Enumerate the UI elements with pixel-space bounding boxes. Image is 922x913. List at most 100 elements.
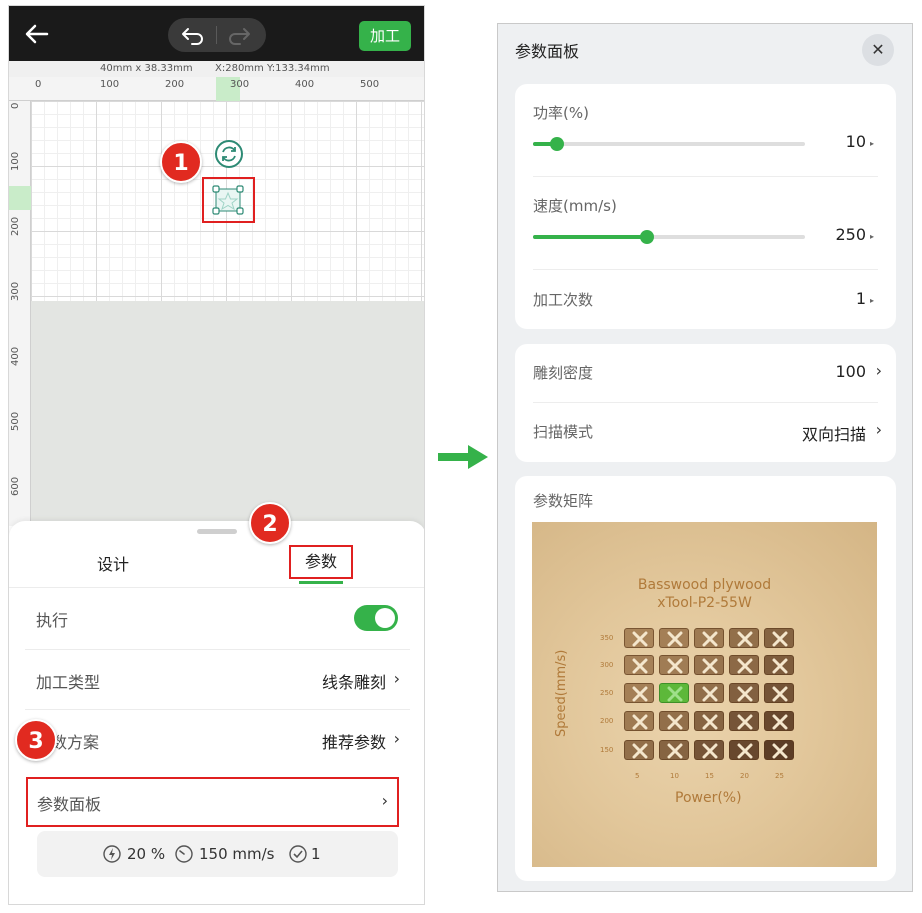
photo-x-tick: 20 — [740, 772, 749, 780]
process-button[interactable]: 加工 — [359, 21, 411, 51]
divider — [25, 709, 410, 710]
rotate-icon[interactable] — [214, 139, 244, 169]
matrix-cell[interactable] — [659, 628, 689, 648]
photo-title-material: Basswood plywood — [637, 577, 772, 593]
canvas-outside-area — [31, 301, 424, 531]
ruler-tick: 0 — [35, 79, 42, 90]
param-summary: 20 % 150 mm/s 1 — [37, 831, 398, 877]
ruler-highlight — [9, 186, 31, 210]
process-type-row[interactable]: 加工类型 线条雕刻 › — [9, 651, 424, 711]
ruler-tick: 300 — [230, 79, 250, 90]
passes-value[interactable]: 1 — [856, 289, 866, 308]
ruler-tick: 600 — [10, 476, 21, 496]
right-arrow-icon — [438, 445, 488, 469]
execute-toggle[interactable] — [354, 605, 398, 631]
matrix-cell[interactable] — [624, 628, 654, 648]
scan-mode-row[interactable]: 扫描模式 双向扫描 › — [515, 403, 896, 461]
star-shape-icon[interactable] — [212, 185, 244, 215]
matrix-cell-selected[interactable] — [659, 683, 689, 703]
density-value: 100 — [835, 362, 866, 381]
undo-icon[interactable] — [180, 25, 206, 45]
selected-shape-highlight[interactable] — [202, 177, 255, 223]
photo-y-axis-label: Speed(mm/s) — [554, 649, 569, 737]
redo-icon[interactable] — [226, 25, 252, 45]
step-badge-2: 2 — [249, 502, 291, 544]
photo-x-tick: 5 — [635, 772, 640, 780]
param-scheme-label: 数方案 — [51, 733, 100, 752]
power-slider-knob[interactable] — [550, 137, 565, 151]
matrix-cell[interactable] — [694, 740, 724, 760]
bottom-sheet: 设计 参数 执行 加工类型 线条雕刻 › 数方案 推荐参数 › 参数面板 › 2… — [9, 521, 424, 904]
param-scheme-row[interactable]: 数方案 推荐参数 › — [9, 711, 424, 771]
param-matrix-card: 参数矩阵 Basswood plywood xTool-P2-55W Speed… — [515, 476, 896, 881]
process-type-label: 加工类型 — [36, 673, 101, 692]
scan-mode-value: 双向扫描 — [801, 425, 866, 444]
speed-label: 速度(mm/s) — [533, 197, 617, 215]
left-ruler: 0 100 200 300 400 500 600 — [9, 101, 31, 526]
ruler-tick: 400 — [295, 79, 315, 90]
step-badge-1: 1 — [160, 141, 202, 183]
matrix-cell[interactable] — [694, 628, 724, 648]
speed-slider-fill — [533, 235, 648, 239]
param-panel-row[interactable]: 参数面板 › — [26, 777, 399, 827]
summary-passes: 1 — [311, 845, 321, 863]
tab-design[interactable]: 设计 — [97, 551, 129, 575]
matrix-cell[interactable] — [729, 628, 759, 648]
ruler-tick: 100 — [100, 79, 120, 90]
divider — [9, 587, 424, 588]
close-icon[interactable]: ✕ — [862, 34, 894, 66]
matrix-cell[interactable] — [624, 740, 654, 760]
photo-x-axis-label: Power(%) — [675, 790, 742, 806]
matrix-cell[interactable] — [694, 683, 724, 703]
matrix-cell[interactable] — [659, 740, 689, 760]
matrix-cell[interactable] — [764, 655, 794, 675]
matrix-cell[interactable] — [694, 711, 724, 731]
matrix-cell[interactable] — [729, 655, 759, 675]
execute-row: 执行 — [9, 589, 424, 649]
matrix-cell[interactable] — [729, 683, 759, 703]
param-matrix-photo[interactable]: Basswood plywood xTool-P2-55W Speed(mm/s… — [532, 522, 877, 867]
speed-slider[interactable] — [533, 230, 805, 244]
chevron-right-icon: › — [393, 669, 400, 688]
matrix-cell[interactable] — [764, 740, 794, 760]
power-slider[interactable] — [533, 137, 805, 151]
photo-y-tick: 350 — [600, 634, 614, 642]
photo-x-tick: 15 — [705, 772, 714, 780]
matrix-cell[interactable] — [694, 655, 724, 675]
mobile-app-screen: 加工 40mm x 38.33mm X:280mm Y:133.34mm 0 1… — [8, 5, 425, 905]
photo-y-tick: 150 — [600, 746, 614, 754]
ruler-tick: 500 — [360, 79, 380, 90]
top-toolbar: 加工 — [9, 6, 424, 61]
matrix-cell[interactable] — [729, 711, 759, 731]
matrix-cell[interactable] — [659, 655, 689, 675]
divider — [216, 26, 217, 44]
speed-slider-knob[interactable] — [640, 230, 655, 244]
matrix-cell[interactable] — [659, 711, 689, 731]
drag-handle[interactable] — [197, 529, 237, 534]
chevron-right-icon: › — [875, 361, 882, 380]
ruler-tick: 200 — [10, 216, 21, 236]
matrix-cell[interactable] — [764, 628, 794, 648]
ruler-tick: 200 — [165, 79, 185, 90]
summary-power: 20 % — [127, 845, 166, 863]
active-tab-indicator — [299, 581, 343, 584]
back-arrow-icon[interactable] — [23, 20, 51, 48]
speed-value[interactable]: 250 — [835, 225, 866, 244]
panel-title: 参数面板 — [515, 42, 580, 61]
photo-y-tick: 250 — [600, 689, 614, 697]
ruler-tick: 300 — [10, 281, 21, 301]
matrix-cell[interactable] — [764, 711, 794, 731]
matrix-cell[interactable] — [764, 683, 794, 703]
matrix-cell[interactable] — [624, 683, 654, 703]
matrix-cell[interactable] — [729, 740, 759, 760]
density-row[interactable]: 雕刻密度 100 › — [515, 344, 896, 402]
caret-right-icon: ▸ — [869, 232, 874, 241]
execute-label: 执行 — [36, 611, 69, 630]
photo-title-machine: xTool-P2-55W — [657, 595, 752, 611]
power-value[interactable]: 10 — [846, 132, 866, 151]
size-readout: 40mm x 38.33mm — [100, 63, 193, 74]
matrix-cell[interactable] — [624, 711, 654, 731]
position-readout: X:280mm Y:133.34mm — [215, 63, 330, 74]
tab-params[interactable]: 参数 — [289, 545, 353, 579]
matrix-cell[interactable] — [624, 655, 654, 675]
